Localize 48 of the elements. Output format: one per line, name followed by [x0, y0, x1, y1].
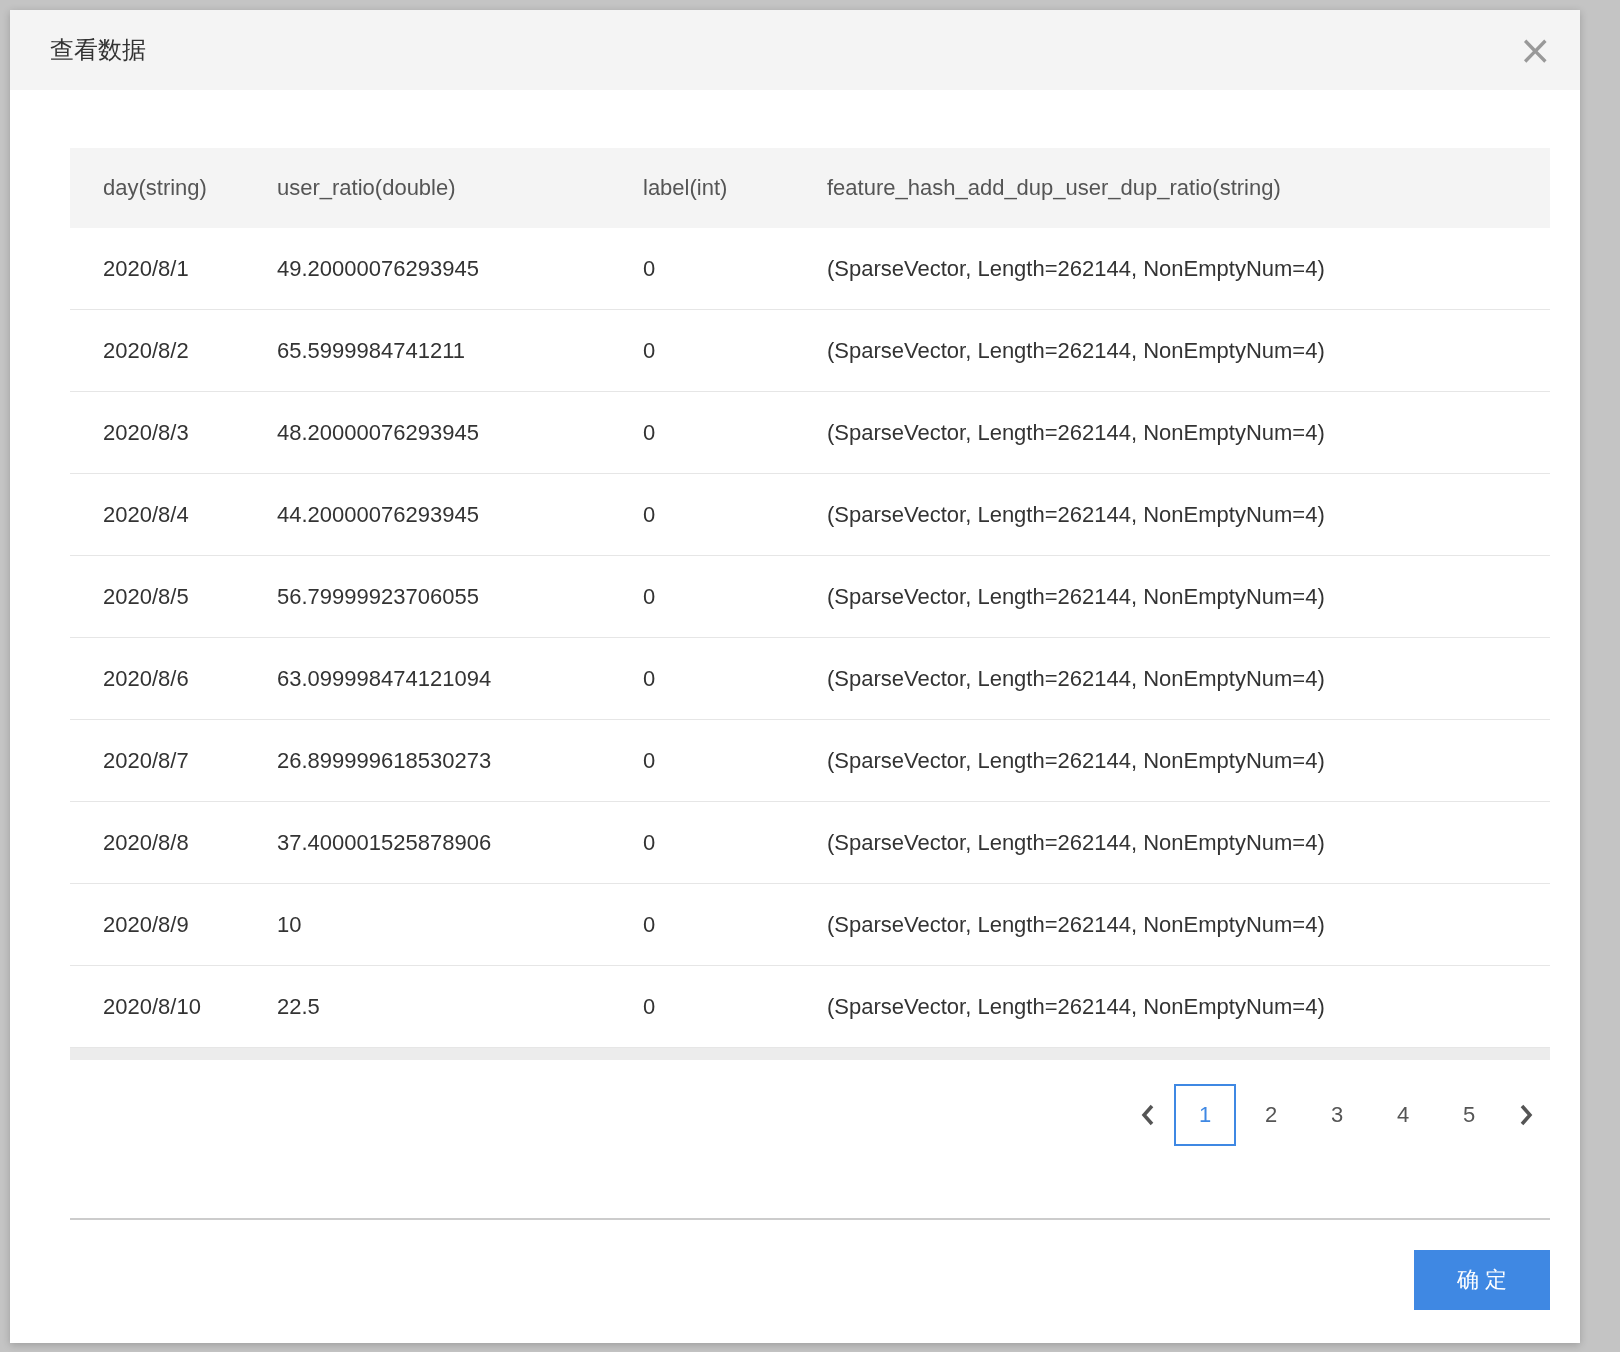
confirm-button[interactable]: 确 定	[1414, 1250, 1550, 1310]
table-cell: (SparseVector, Length=262144, NonEmptyNum=4)	[827, 802, 1550, 884]
table-cell: 65.5999984741211	[277, 310, 643, 392]
table-cell: 0	[643, 638, 827, 720]
table-cell: 56.79999923706055	[277, 556, 643, 638]
table-cell: (SparseVector, Length=262144, NonEmptyNum=4)	[827, 720, 1550, 802]
table-cell: 26.899999618530273	[277, 720, 643, 802]
table-cell: 2020/8/4	[70, 474, 277, 556]
table-cell: 2020/8/8	[70, 802, 277, 884]
table-cell: 0	[643, 228, 827, 310]
table-cell: 10	[277, 884, 643, 966]
table-cell: (SparseVector, Length=262144, NonEmptyNum=4)	[827, 392, 1550, 474]
page-button[interactable]: 2	[1240, 1084, 1302, 1146]
page-button[interactable]: 4	[1372, 1084, 1434, 1146]
table-cell: (SparseVector, Length=262144, NonEmptyNum=4)	[827, 474, 1550, 556]
table-cell: (SparseVector, Length=262144, NonEmptyNum=4)	[827, 638, 1550, 720]
table-cell: 2020/8/7	[70, 720, 277, 802]
column-header: label(int)	[643, 148, 827, 228]
table-cell: 44.20000076293945	[277, 474, 643, 556]
table-cell: (SparseVector, Length=262144, NonEmptyNum=4)	[827, 884, 1550, 966]
table-cell: 2020/8/3	[70, 392, 277, 474]
table-cell: 2020/8/6	[70, 638, 277, 720]
table-cell: 37.400001525878906	[277, 802, 643, 884]
table-cell: 48.20000076293945	[277, 392, 643, 474]
table-cell: 2020/8/2	[70, 310, 277, 392]
table-cell: 49.20000076293945	[277, 228, 643, 310]
table-cell: 2020/8/9	[70, 884, 277, 966]
table-cell: 2020/8/1	[70, 228, 277, 310]
page-button[interactable]: 3	[1306, 1084, 1368, 1146]
table-cell: 2020/8/5	[70, 556, 277, 638]
table-cell: 0	[643, 556, 827, 638]
horizontal-scrollbar[interactable]	[70, 1048, 1550, 1060]
column-header: day(string)	[70, 148, 277, 228]
table-cell: (SparseVector, Length=262144, NonEmptyNum=4)	[827, 310, 1550, 392]
column-header: feature_hash_add_dup_user_dup_ratio(string)	[827, 148, 1550, 228]
page-button[interactable]: 5	[1438, 1084, 1500, 1146]
dialog-title: 查看数据	[50, 35, 146, 65]
table-cell: 0	[643, 310, 827, 392]
table-cell: (SparseVector, Length=262144, NonEmptyNum=4)	[827, 228, 1550, 310]
table-cell: 0	[643, 884, 827, 966]
table-cell: 0	[643, 802, 827, 884]
table-cell: 0	[643, 392, 827, 474]
column-header: user_ratio(double)	[277, 148, 643, 228]
table-cell: 0	[643, 474, 827, 556]
table-cell: 63.099998474121094	[277, 638, 643, 720]
table-cell: 0	[643, 720, 827, 802]
table-cell: (SparseVector, Length=262144, NonEmptyNum=4)	[827, 556, 1550, 638]
page-button[interactable]: 1	[1174, 1084, 1236, 1146]
